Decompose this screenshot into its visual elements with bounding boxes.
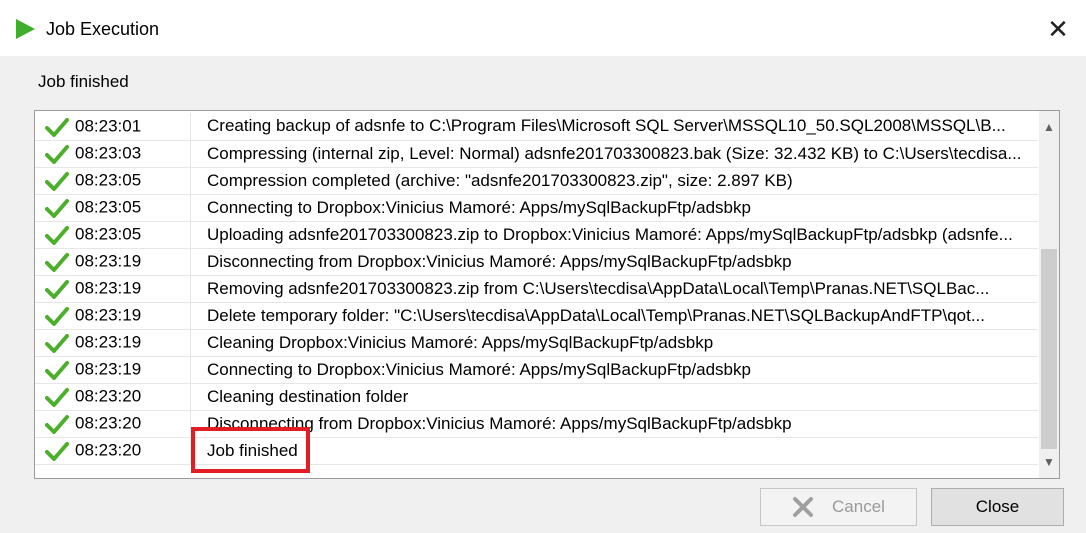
log-row[interactable]: 08:23:05 Uploading adsnfe201703300823.zip… (35, 221, 1038, 249)
cancel-x-icon (793, 497, 814, 517)
log-row[interactable]: 08:23:20 Cleaning destination folder (35, 383, 1038, 411)
log-time: 08:23:19 (75, 278, 142, 298)
log-time: 08:23:19 (75, 332, 142, 352)
window-title: Job Execution (46, 19, 160, 39)
checkmark-icon (45, 441, 69, 461)
job-status-label: Job finished (38, 72, 129, 91)
log-time-cell: 08:23:05 (35, 194, 191, 222)
checkmark-icon (45, 198, 69, 218)
log-message: Delete temporary folder: "C:\Users\tecdi… (190, 302, 1038, 330)
log-time-cell: 08:23:19 (35, 248, 191, 276)
close-button[interactable]: Close (931, 488, 1064, 526)
checkmark-icon (45, 387, 69, 407)
checkmark-icon (45, 279, 69, 299)
log-time: 08:23:05 (75, 170, 142, 190)
title-bar: Job Execution ✕ (0, 0, 1086, 56)
scroll-up-arrow-icon[interactable]: ▲ (1039, 117, 1059, 137)
checkmark-icon (45, 117, 69, 137)
job-execution-window: Job Execution ✕ Job finished 08:23:01 Cre… (0, 0, 1086, 533)
log-row[interactable]: 08:23:19 Removing adsnfe201703300823.zip … (35, 275, 1038, 303)
log-time-cell: 08:23:19 (35, 302, 191, 330)
execution-log-list[interactable]: 08:23:01 Creating backup of adsnfe to C:\… (34, 110, 1060, 479)
log-table: 08:23:01 Creating backup of adsnfe to C:\… (35, 113, 1038, 465)
log-message: Removing adsnfe201703300823.zip from C:\… (190, 275, 1038, 303)
log-message: Connecting to Dropbox:Vinicius Mamoré: A… (190, 356, 1038, 384)
log-message: Compression completed (archive: "adsnfe2… (190, 167, 1038, 195)
log-time: 08:23:20 (75, 413, 142, 433)
log-row[interactable]: 08:23:05 Connecting to Dropbox:Vinicius M… (35, 194, 1038, 222)
log-time-cell: 08:23:05 (35, 167, 191, 195)
log-row[interactable]: 08:23:01 Creating backup of adsnfe to C:\… (35, 113, 1038, 141)
log-time: 08:23:19 (75, 305, 142, 325)
log-time: 08:23:05 (75, 224, 142, 244)
checkmark-icon (45, 333, 69, 353)
log-message: Cleaning Dropbox:Vinicius Mamoré: Apps/m… (190, 329, 1038, 357)
vertical-scrollbar[interactable]: ▲ ▼ (1039, 111, 1059, 478)
checkmark-icon (45, 252, 69, 272)
scroll-down-arrow-icon[interactable]: ▼ (1039, 452, 1059, 472)
checkmark-icon (45, 360, 69, 380)
log-message: Job finished (190, 437, 1038, 465)
checkmark-icon (45, 414, 69, 434)
log-time-cell: 08:23:19 (35, 329, 191, 357)
log-row[interactable]: 08:23:03 Compressing (internal zip, Level… (35, 140, 1038, 168)
scroll-thumb[interactable] (1041, 249, 1057, 449)
close-window-button[interactable]: ✕ (1038, 10, 1078, 48)
log-row[interactable]: 08:23:19 Connecting to Dropbox:Vinicius M… (35, 356, 1038, 384)
checkmark-icon (45, 306, 69, 326)
log-time-cell: 08:23:19 (35, 356, 191, 384)
log-row[interactable]: 08:23:19 Delete temporary folder: "C:\Use… (35, 302, 1038, 330)
checkmark-icon (45, 171, 69, 191)
log-time-cell: 08:23:20 (35, 410, 191, 438)
log-time: 08:23:03 (75, 143, 142, 163)
log-time: 08:23:19 (75, 359, 142, 379)
checkmark-icon (45, 225, 69, 245)
log-row[interactable]: 08:23:19 Cleaning Dropbox:Vinicius Mamoré… (35, 329, 1038, 357)
checkmark-icon (45, 144, 69, 164)
cancel-button-label: Cancel (832, 497, 885, 516)
log-message: Disconnecting from Dropbox:Vinicius Mamo… (190, 410, 1038, 438)
log-time-cell: 08:23:20 (35, 437, 191, 465)
play-triangle-icon (16, 19, 35, 39)
log-time-cell: 08:23:01 (35, 113, 191, 141)
log-time: 08:23:20 (75, 386, 142, 406)
log-time-cell: 08:23:19 (35, 275, 191, 303)
log-message: Connecting to Dropbox:Vinicius Mamoré: A… (190, 194, 1038, 222)
cancel-button[interactable]: Cancel (760, 488, 917, 526)
log-message: Uploading adsnfe201703300823.zip to Drop… (190, 221, 1038, 249)
log-message: Creating backup of adsnfe to C:\Program … (190, 113, 1038, 141)
log-row[interactable]: 08:23:05 Compression completed (archive: … (35, 167, 1038, 195)
log-time: 08:23:19 (75, 251, 142, 271)
log-message: Disconnecting from Dropbox:Vinicius Mamo… (190, 248, 1038, 276)
log-time-cell: 08:23:20 (35, 383, 191, 411)
log-time: 08:23:01 (75, 116, 142, 136)
log-row[interactable]: 08:23:19 Disconnecting from Dropbox:Vinic… (35, 248, 1038, 276)
log-time: 08:23:05 (75, 197, 142, 217)
log-row[interactable]: 08:23:20 Disconnecting from Dropbox:Vinic… (35, 410, 1038, 438)
log-message: Compressing (internal zip, Level: Normal… (190, 140, 1038, 168)
log-time-cell: 08:23:03 (35, 140, 191, 168)
log-time-cell: 08:23:05 (35, 221, 191, 249)
log-row[interactable]: 08:23:20 Job finished (35, 437, 1038, 465)
log-message: Cleaning destination folder (190, 383, 1038, 411)
log-time: 08:23:20 (75, 440, 142, 460)
